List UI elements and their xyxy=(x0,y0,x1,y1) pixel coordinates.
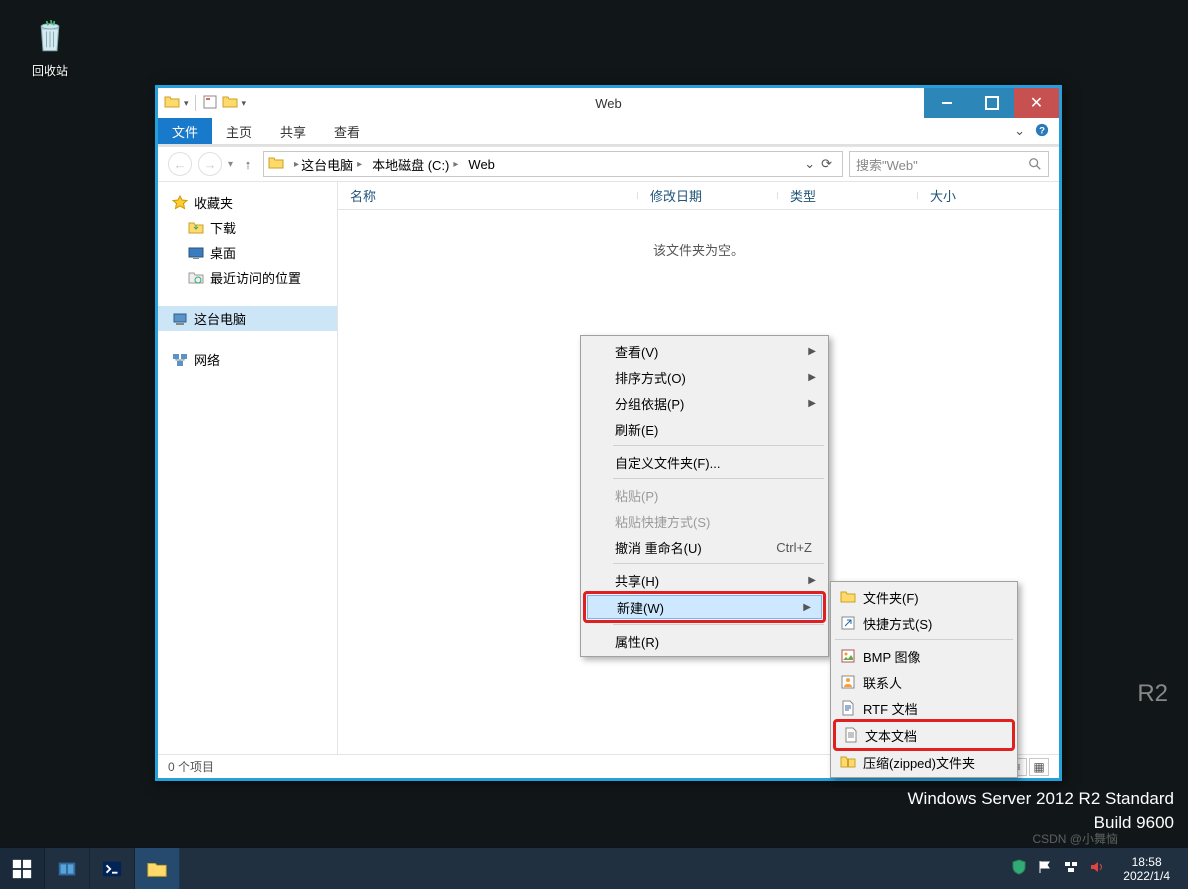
recycle-bin-icon xyxy=(29,14,71,56)
server-manager-button[interactable] xyxy=(45,848,90,889)
menu-undo[interactable]: 撤消 重命名(U)Ctrl+Z xyxy=(583,534,826,560)
menu-properties[interactable]: 属性(R) xyxy=(583,628,826,654)
expand-ribbon-icon[interactable]: ⌄ xyxy=(1014,123,1025,139)
folder-icon xyxy=(839,588,857,606)
search-placeholder: 搜索"Web" xyxy=(856,155,918,174)
search-icon xyxy=(1028,157,1042,171)
submenu-zip[interactable]: 压缩(zipped)文件夹 xyxy=(833,749,1015,775)
tab-view[interactable]: 查看 xyxy=(320,118,374,144)
text-icon xyxy=(842,726,860,744)
refresh-icon[interactable]: ⟳ xyxy=(821,156,832,172)
menu-sort[interactable]: 排序方式(O)▶ xyxy=(583,364,826,390)
svg-text:?: ? xyxy=(1039,125,1045,136)
watermark: CSDN @小舞恼 xyxy=(1032,830,1118,847)
breadcrumb-seg-drive[interactable]: 本地磁盘 (C:)▸ xyxy=(368,152,462,176)
column-headers: 名称 修改日期 类型 大小 xyxy=(338,182,1059,210)
shortcut-icon xyxy=(839,614,857,632)
sidebar-network[interactable]: 网络 xyxy=(158,347,337,372)
menu-view[interactable]: 查看(V)▶ xyxy=(583,338,826,364)
menu-customize[interactable]: 自定义文件夹(F)... xyxy=(583,449,826,475)
quick-access-toolbar: ▾ ▾ xyxy=(158,94,246,113)
sidebar-recent[interactable]: 最近访问的位置 xyxy=(158,265,337,290)
search-input[interactable]: 搜索"Web" xyxy=(849,151,1049,177)
tab-file[interactable]: 文件 xyxy=(158,118,212,144)
clock-time: 18:58 xyxy=(1123,855,1170,869)
titlebar[interactable]: ▾ ▾ Web ✕ xyxy=(158,88,1059,118)
empty-folder-text: 该文件夹为空。 xyxy=(338,240,1059,259)
breadcrumb[interactable]: ▸这台电脑▸ 本地磁盘 (C:)▸ Web ⌄ ⟳ xyxy=(263,151,843,177)
nav-up-button[interactable]: ↑ xyxy=(239,155,257,173)
submenu-contact[interactable]: 联系人 xyxy=(833,669,1015,695)
sidebar: 收藏夹 下载 桌面 最近访问的位置 这台电脑 网络 xyxy=(158,182,338,754)
sidebar-downloads[interactable]: 下载 xyxy=(158,215,337,240)
tray-volume-icon[interactable] xyxy=(1089,859,1105,878)
folder-icon xyxy=(268,155,286,174)
sidebar-desktop[interactable]: 桌面 xyxy=(158,240,337,265)
chevron-down-icon[interactable]: ▾ xyxy=(242,98,247,109)
context-menu: 查看(V)▶ 排序方式(O)▶ 分组依据(P)▶ 刷新(E) 自定义文件夹(F)… xyxy=(580,335,829,657)
sidebar-thispc[interactable]: 这台电脑 xyxy=(158,306,337,331)
col-size[interactable]: 大小 xyxy=(918,186,1018,205)
col-modified[interactable]: 修改日期 xyxy=(638,186,778,205)
minimize-button[interactable] xyxy=(924,88,969,118)
new-folder-icon[interactable] xyxy=(222,94,238,113)
nav-back-button[interactable]: ← xyxy=(168,152,192,176)
highlight-text: 文本文档 xyxy=(833,719,1015,751)
nav-forward-button[interactable]: → xyxy=(198,152,222,176)
ghost-text: R2 xyxy=(1137,680,1168,708)
sidebar-favorites[interactable]: 收藏夹 xyxy=(158,190,337,215)
contact-icon xyxy=(839,673,857,691)
rtf-icon xyxy=(839,699,857,717)
maximize-button[interactable] xyxy=(969,88,1014,118)
tab-share[interactable]: 共享 xyxy=(266,118,320,144)
system-tray: 18:58 2022/1/4 xyxy=(1001,848,1188,889)
folder-icon xyxy=(164,94,180,113)
menu-share[interactable]: 共享(H)▶ xyxy=(583,567,826,593)
start-button[interactable] xyxy=(0,848,45,889)
explorer-taskbar-button[interactable] xyxy=(135,848,180,889)
highlight-new: 新建(W)▶ xyxy=(583,591,826,623)
tray-flag-icon[interactable] xyxy=(1037,859,1053,878)
tray-clock[interactable]: 18:58 2022/1/4 xyxy=(1115,855,1178,883)
powershell-button[interactable] xyxy=(90,848,135,889)
help-icon[interactable]: ? xyxy=(1035,123,1049,140)
menu-paste-shortcut: 粘贴快捷方式(S) xyxy=(583,508,826,534)
bmp-icon xyxy=(839,647,857,665)
address-bar: ← → ▾ ↑ ▸这台电脑▸ 本地磁盘 (C:)▸ Web ⌄ ⟳ 搜索"Web" xyxy=(158,146,1059,182)
tray-shield-icon[interactable] xyxy=(1011,859,1027,878)
submenu-rtf[interactable]: RTF 文档 xyxy=(833,695,1015,721)
view-icons-button[interactable]: ▦ xyxy=(1029,758,1049,776)
menu-paste: 粘贴(P) xyxy=(583,482,826,508)
window-title: Web xyxy=(595,96,622,111)
menu-new[interactable]: 新建(W)▶ xyxy=(587,595,822,619)
new-submenu: 文件夹(F) 快捷方式(S) BMP 图像 联系人 RTF 文档 文本文档 压缩… xyxy=(830,581,1018,778)
col-type[interactable]: 类型 xyxy=(778,186,918,205)
submenu-text[interactable]: 文本文档 xyxy=(836,722,1012,748)
recycle-bin[interactable]: 回收站 xyxy=(18,14,82,79)
tab-home[interactable]: 主页 xyxy=(212,118,266,144)
chevron-down-icon[interactable]: ▾ xyxy=(184,98,189,109)
menu-refresh[interactable]: 刷新(E) xyxy=(583,416,826,442)
clock-date: 2022/1/4 xyxy=(1123,869,1170,883)
ribbon-tabs: 文件 主页 共享 查看 ⌄ ? xyxy=(158,118,1059,144)
breadcrumb-seg-web[interactable]: Web xyxy=(464,152,499,176)
recent-locations-icon[interactable]: ▾ xyxy=(228,159,233,170)
properties-icon[interactable] xyxy=(202,94,218,113)
submenu-folder[interactable]: 文件夹(F) xyxy=(833,584,1015,610)
close-button[interactable]: ✕ xyxy=(1014,88,1059,118)
breadcrumb-seg-thispc[interactable]: ▸这台电脑▸ xyxy=(288,152,366,176)
zip-icon xyxy=(839,753,857,771)
recycle-bin-label: 回收站 xyxy=(18,62,82,79)
os-edition: Windows Server 2012 R2 Standard xyxy=(908,789,1174,809)
status-text: 0 个项目 xyxy=(168,758,214,775)
chevron-down-icon[interactable]: ⌄ xyxy=(804,156,815,172)
col-name[interactable]: 名称 xyxy=(338,186,638,205)
menu-group[interactable]: 分组依据(P)▶ xyxy=(583,390,826,416)
tray-network-icon[interactable] xyxy=(1063,859,1079,878)
submenu-shortcut[interactable]: 快捷方式(S) xyxy=(833,610,1015,636)
submenu-bmp[interactable]: BMP 图像 xyxy=(833,643,1015,669)
taskbar: 18:58 2022/1/4 xyxy=(0,847,1188,889)
